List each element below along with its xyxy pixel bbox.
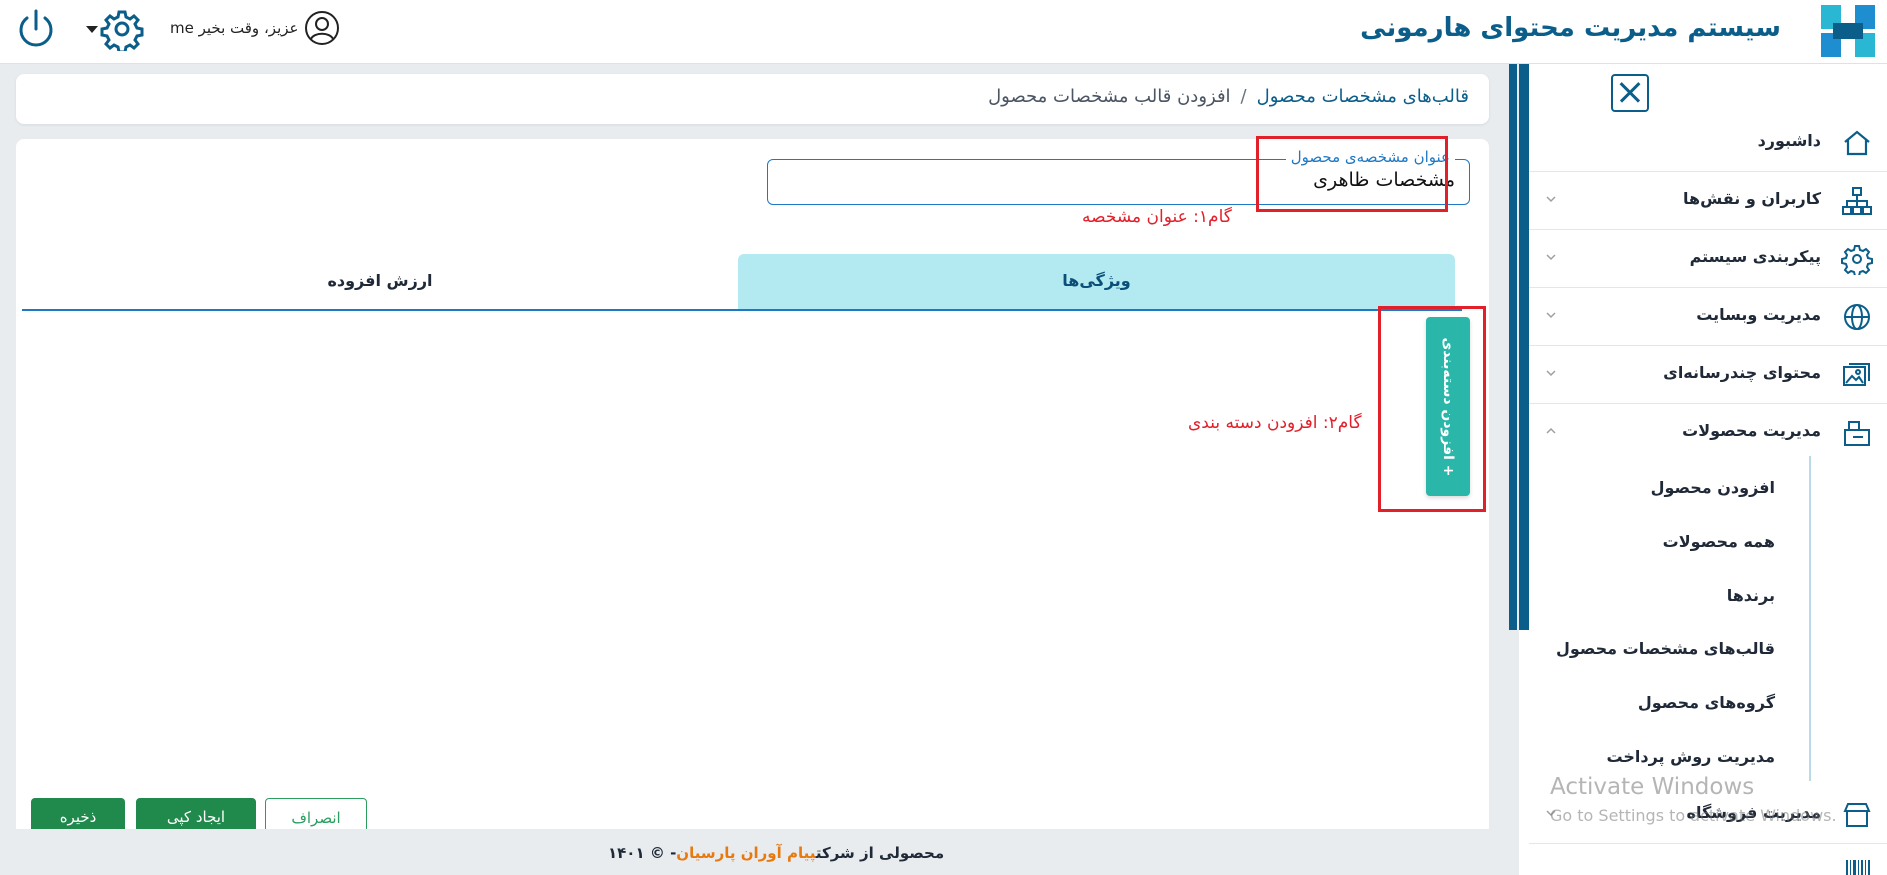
watermark-subtitle: Go to Settings to activate Windows. [1550, 806, 1837, 825]
sidebar-item-users-roles[interactable]: کاربران و نقش‌ها [1529, 173, 1887, 230]
gear-icon [100, 10, 144, 51]
footer-text: محصولی از شرکتپیام آوران پارسیان- © ۱۴۰۱ [608, 844, 944, 862]
sidebar-item-dashboard[interactable]: داشبورد [1529, 115, 1887, 172]
sidebar-item-label: داشبورد [1757, 131, 1821, 150]
breadcrumb-card: قالب‌های مشخصات محصول / افزودن قالب مشخصات… [16, 74, 1489, 124]
caret-down-icon [86, 26, 98, 33]
submenu-product-groups[interactable]: گروه‌های محصول [1638, 693, 1775, 712]
sidebar-item-products[interactable]: مدیریت محصولات [1529, 405, 1887, 462]
submenu-all-products[interactable]: همه محصولات [1663, 532, 1775, 551]
submenu-spec-templates[interactable]: قالب‌های مشخصات محصول [1556, 639, 1775, 658]
sidebar-item-label: مدیریت وبسایت [1696, 305, 1821, 324]
footer-company-link[interactable]: پیام آوران پارسیان [676, 844, 816, 862]
sidebar-item-label: کاربران و نقش‌ها [1683, 189, 1821, 208]
tab-label: ویژگی‌ها [1062, 271, 1131, 290]
home-icon [1844, 130, 1870, 156]
gear-icon [1841, 245, 1873, 275]
submenu-add-product[interactable]: افزودن محصول [1651, 478, 1775, 497]
chevron-up-icon [1546, 427, 1556, 434]
tab-features[interactable]: ویژگی‌ها [738, 254, 1455, 310]
sidebar: داشبورد کاربران و نقش‌ها پیکربندی سیستم [1519, 64, 1887, 875]
harmony-logo [1821, 5, 1875, 57]
sidebar-item-label: پیکربندی سیستم [1689, 247, 1821, 266]
close-sidebar-button[interactable] [1611, 74, 1649, 112]
store-icon [1843, 803, 1871, 827]
form-card: عنوان مشخصه‌ی محصول گام۱: عنوان مشخصه وی… [16, 136, 1489, 838]
watermark-title: Activate Windows [1550, 774, 1755, 800]
submenu-rail [1809, 456, 1811, 781]
sidebar-item-website[interactable]: مدیریت وبسایت [1529, 289, 1887, 346]
footer-copyright: - © ۱۴۰۱ [608, 844, 677, 862]
chevron-down-icon [1546, 254, 1556, 261]
submenu-payment-methods[interactable]: مدیریت روش پرداخت [1606, 747, 1775, 766]
chevron-down-icon [1546, 312, 1556, 319]
breadcrumb-separator: / [1240, 86, 1247, 107]
main-scrollbar[interactable] [1509, 64, 1517, 630]
top-header: سیستم مدیریت محتوای هارمونی me عزیز، وقت… [0, 0, 1887, 64]
step2-highlight-box [1378, 306, 1486, 512]
chevron-down-icon [1546, 370, 1556, 377]
sidebar-item-multimedia[interactable]: محتوای چندرسانه‌ای [1529, 347, 1887, 404]
step1-highlight-box [1256, 136, 1448, 212]
submenu-brands[interactable]: برندها [1727, 586, 1775, 605]
step2-annotation: گام۲: افزودن دسته بندی [1188, 413, 1362, 433]
chevron-down-icon [1546, 196, 1556, 203]
app-title: سیستم مدیریت محتوای هارمونی [1360, 13, 1781, 43]
footer-prefix: محصولی از شرکت [815, 844, 945, 862]
settings-dropdown-button[interactable] [82, 7, 144, 51]
sidebar-item-label: مدیریت محصولات [1682, 421, 1821, 440]
breadcrumb-link-spec-templates[interactable]: قالب‌های مشخصات محصول [1257, 86, 1469, 107]
sidebar-item-label: محتوای چندرسانه‌ای [1663, 363, 1821, 382]
tabs-underline [22, 309, 1462, 311]
footer: محصولی از شرکتپیام آوران پارسیان- © ۱۴۰۱ [0, 829, 1496, 875]
images-icon [1843, 363, 1870, 386]
windows-activation-watermark: Activate Windows Go to Settings to activ… [1550, 774, 1837, 825]
org-chart-icon [1842, 187, 1872, 215]
product-box-icon [1844, 421, 1870, 446]
greeting-text: me عزیز، وقت بخیر [170, 19, 299, 37]
tab-added-value[interactable]: ارزش افزوده [22, 254, 738, 310]
sidebar-item-system-config[interactable]: پیکربندی سیستم [1529, 231, 1887, 288]
step1-annotation: گام۱: عنوان مشخصه [1082, 207, 1232, 227]
user-greeting[interactable]: me عزیز، وقت بخیر [170, 9, 340, 47]
barcode-icon [1846, 860, 1870, 875]
breadcrumb: قالب‌های مشخصات محصول / افزودن قالب مشخصات… [988, 86, 1469, 107]
sidebar-scroll-edge [1519, 64, 1529, 630]
tab-label: ارزش افزوده [327, 271, 433, 290]
globe-icon [1844, 304, 1870, 330]
power-icon[interactable] [14, 7, 58, 51]
breadcrumb-current: افزودن قالب مشخصات محصول [988, 86, 1231, 107]
user-avatar-icon [305, 11, 340, 45]
